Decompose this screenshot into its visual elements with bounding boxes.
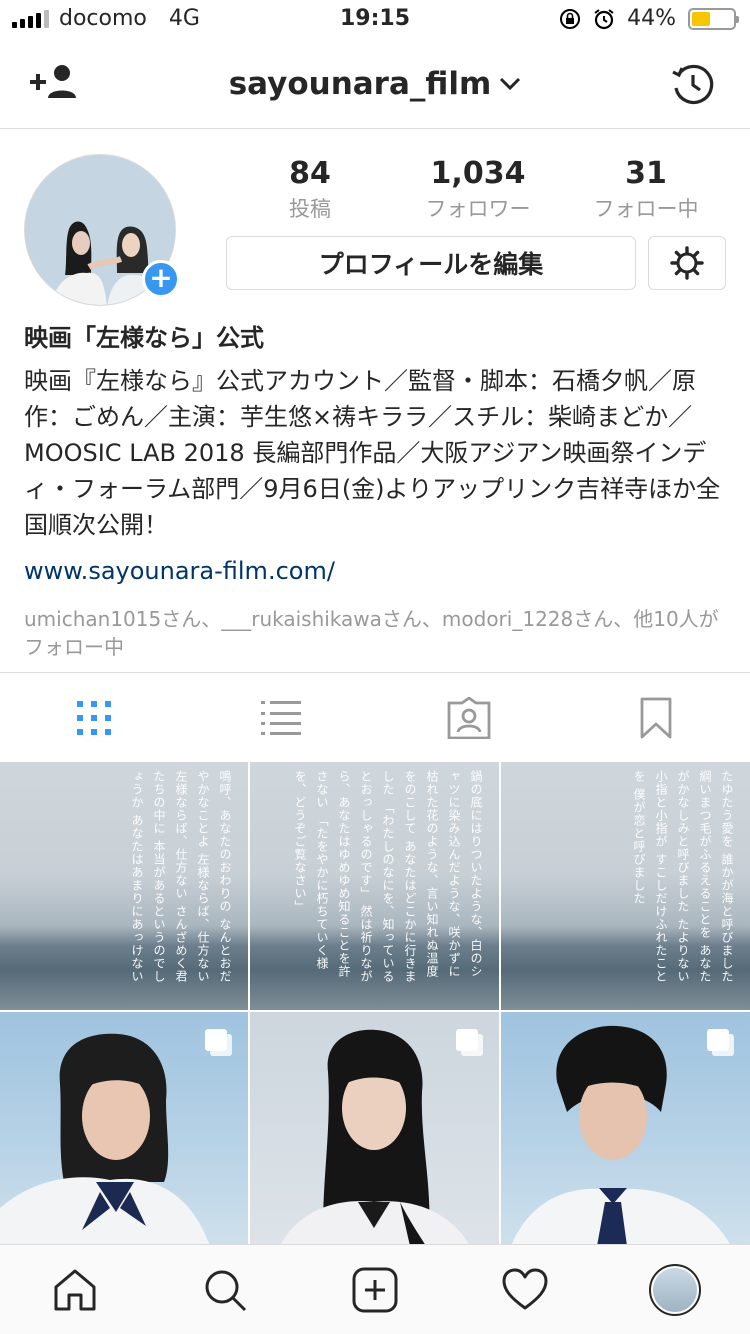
search-icon bbox=[205, 1270, 247, 1311]
stat-followers[interactable]: 1,034 フォロワー bbox=[398, 156, 558, 223]
stat-value: 84 bbox=[289, 156, 331, 191]
activity-tab[interactable] bbox=[495, 1260, 555, 1320]
post-thumbnail[interactable] bbox=[0, 1012, 248, 1244]
stat-label: フォロワー bbox=[425, 197, 531, 221]
profile-stats: 84 投稿 1,034 フォロワー 31 フォロー中 bbox=[226, 156, 730, 223]
profile-tab[interactable] bbox=[645, 1260, 705, 1320]
bottom-tab-bar bbox=[0, 1244, 750, 1334]
post-poem-text: たゆたう愛を 誰かが海と呼びました 綱いまつ毛がふるえることを あなたがかなしみ… bbox=[632, 770, 734, 983]
profile-avatar[interactable]: + bbox=[24, 154, 180, 306]
post-thumbnail[interactable] bbox=[501, 1012, 750, 1244]
multiple-posts-icon bbox=[205, 1029, 232, 1056]
alarm-icon bbox=[594, 8, 614, 29]
multiple-posts-icon bbox=[456, 1029, 483, 1056]
tab-tagged[interactable] bbox=[375, 673, 563, 762]
stat-label: フォロー中 bbox=[593, 197, 699, 221]
tab-grid[interactable] bbox=[0, 673, 188, 762]
website-link[interactable]: www.sayounara-film.com/ bbox=[24, 557, 724, 585]
stat-posts[interactable]: 84 投稿 bbox=[230, 156, 390, 223]
post-thumbnail[interactable]: 鍋の底にはりついたような、白のシャツに染み込んだような、咲かずに枯れた花のような… bbox=[250, 762, 499, 1010]
stat-value: 31 bbox=[625, 156, 667, 191]
multiple-posts-icon bbox=[707, 1029, 734, 1056]
stat-value: 1,034 bbox=[430, 156, 526, 191]
battery-fill bbox=[692, 11, 710, 26]
home-tab[interactable] bbox=[45, 1260, 105, 1320]
username-title: sayounara_film bbox=[228, 66, 492, 102]
edit-profile-button[interactable]: プロフィールを編集 bbox=[226, 236, 636, 290]
rotation-lock-icon bbox=[560, 8, 581, 29]
top-nav: sayounara_film bbox=[0, 40, 750, 129]
list-icon bbox=[261, 700, 302, 735]
profile-tabs bbox=[0, 672, 750, 762]
add-story-button[interactable]: + bbox=[142, 260, 180, 298]
tab-saved[interactable] bbox=[563, 673, 750, 762]
heart-icon bbox=[502, 1268, 548, 1309]
post-poem-text: 鳴呼、あなたのおわりの なんとおだやかなことよ 左様ならば、仕方ない 左様ならば… bbox=[130, 770, 232, 983]
post-thumbnail[interactable] bbox=[250, 1012, 499, 1244]
profile-tab-avatar bbox=[649, 1263, 701, 1316]
grid-icon bbox=[76, 700, 111, 735]
bookmark-icon bbox=[640, 697, 672, 738]
status-right: 44% bbox=[559, 6, 739, 31]
profile-bio: 映画「左様なら」公式 映画『左様なら』公式アカウント／監督・脚本：石橋夕帆／原作… bbox=[24, 318, 724, 661]
new-post-tab[interactable] bbox=[345, 1260, 405, 1320]
stat-following[interactable]: 31 フォロー中 bbox=[566, 156, 726, 223]
history-icon[interactable] bbox=[670, 62, 716, 108]
username-switcher[interactable]: sayounara_film bbox=[0, 66, 750, 102]
settings-button[interactable] bbox=[648, 236, 726, 290]
stat-label: 投稿 bbox=[289, 197, 331, 221]
post-thumbnail[interactable]: 鳴呼、あなたのおわりの なんとおだやかなことよ 左様ならば、仕方ない 左様ならば… bbox=[0, 762, 248, 1010]
chevron-down-icon bbox=[500, 77, 521, 91]
plus-square-icon bbox=[352, 1267, 398, 1312]
battery-icon bbox=[688, 7, 739, 30]
profile-name: 映画「左様なら」公式 bbox=[24, 324, 264, 352]
post-poem-text: 鍋の底にはりついたような、白のシャツに染み込んだような、咲かずに枯れた花のような… bbox=[293, 770, 483, 983]
status-bar: docomo 4G 19:15 44% bbox=[0, 0, 750, 40]
post-thumbnail[interactable]: たゆたう愛を 誰かが海と呼びました 綱いまつ毛がふるえることを あなたがかなしみ… bbox=[501, 762, 750, 1010]
tagged-icon bbox=[447, 696, 491, 739]
gear-icon bbox=[670, 246, 704, 280]
followed-by-text[interactable]: umichan1015さん、___rukaishikawaさん、modori_1… bbox=[24, 605, 724, 661]
search-tab[interactable] bbox=[195, 1260, 255, 1320]
bio-text: 映画『左様なら』公式アカウント／監督・脚本：石橋夕帆／原作：ごめん／主演：芋生悠… bbox=[24, 367, 721, 539]
avatar-thumbnail bbox=[653, 1267, 697, 1312]
home-icon bbox=[54, 1269, 96, 1310]
tab-list[interactable] bbox=[188, 673, 376, 762]
battery-percent: 44% bbox=[627, 6, 676, 31]
post-grid: 鳴呼、あなたのおわりの なんとおだやかなことよ 左様ならば、仕方ない 左様ならば… bbox=[0, 762, 750, 1244]
